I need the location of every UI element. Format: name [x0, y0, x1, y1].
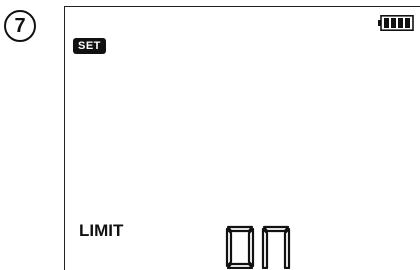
- segment-n-top: [262, 225, 290, 233]
- segment-n-left: [261, 227, 269, 269]
- battery-bar-3: [398, 18, 403, 28]
- battery-bar-1: [384, 18, 389, 28]
- set-mode-badge: SET: [73, 38, 106, 54]
- seven-segment-value: [225, 225, 291, 269]
- battery-icon: [378, 15, 414, 31]
- segment-o-bottom: [226, 262, 254, 269]
- segment-o-top: [226, 225, 254, 233]
- lcd-display: SET LIMIT: [64, 6, 420, 270]
- limit-label: LIMIT: [79, 221, 124, 240]
- segment-o-right: [247, 227, 255, 268]
- step-number: 7: [14, 14, 26, 37]
- segment-n-right: [283, 227, 291, 269]
- battery-bar-2: [391, 18, 396, 28]
- battery-bar-4: [405, 18, 410, 28]
- segment-o-left: [225, 227, 233, 268]
- step-number-badge: 7: [4, 10, 36, 42]
